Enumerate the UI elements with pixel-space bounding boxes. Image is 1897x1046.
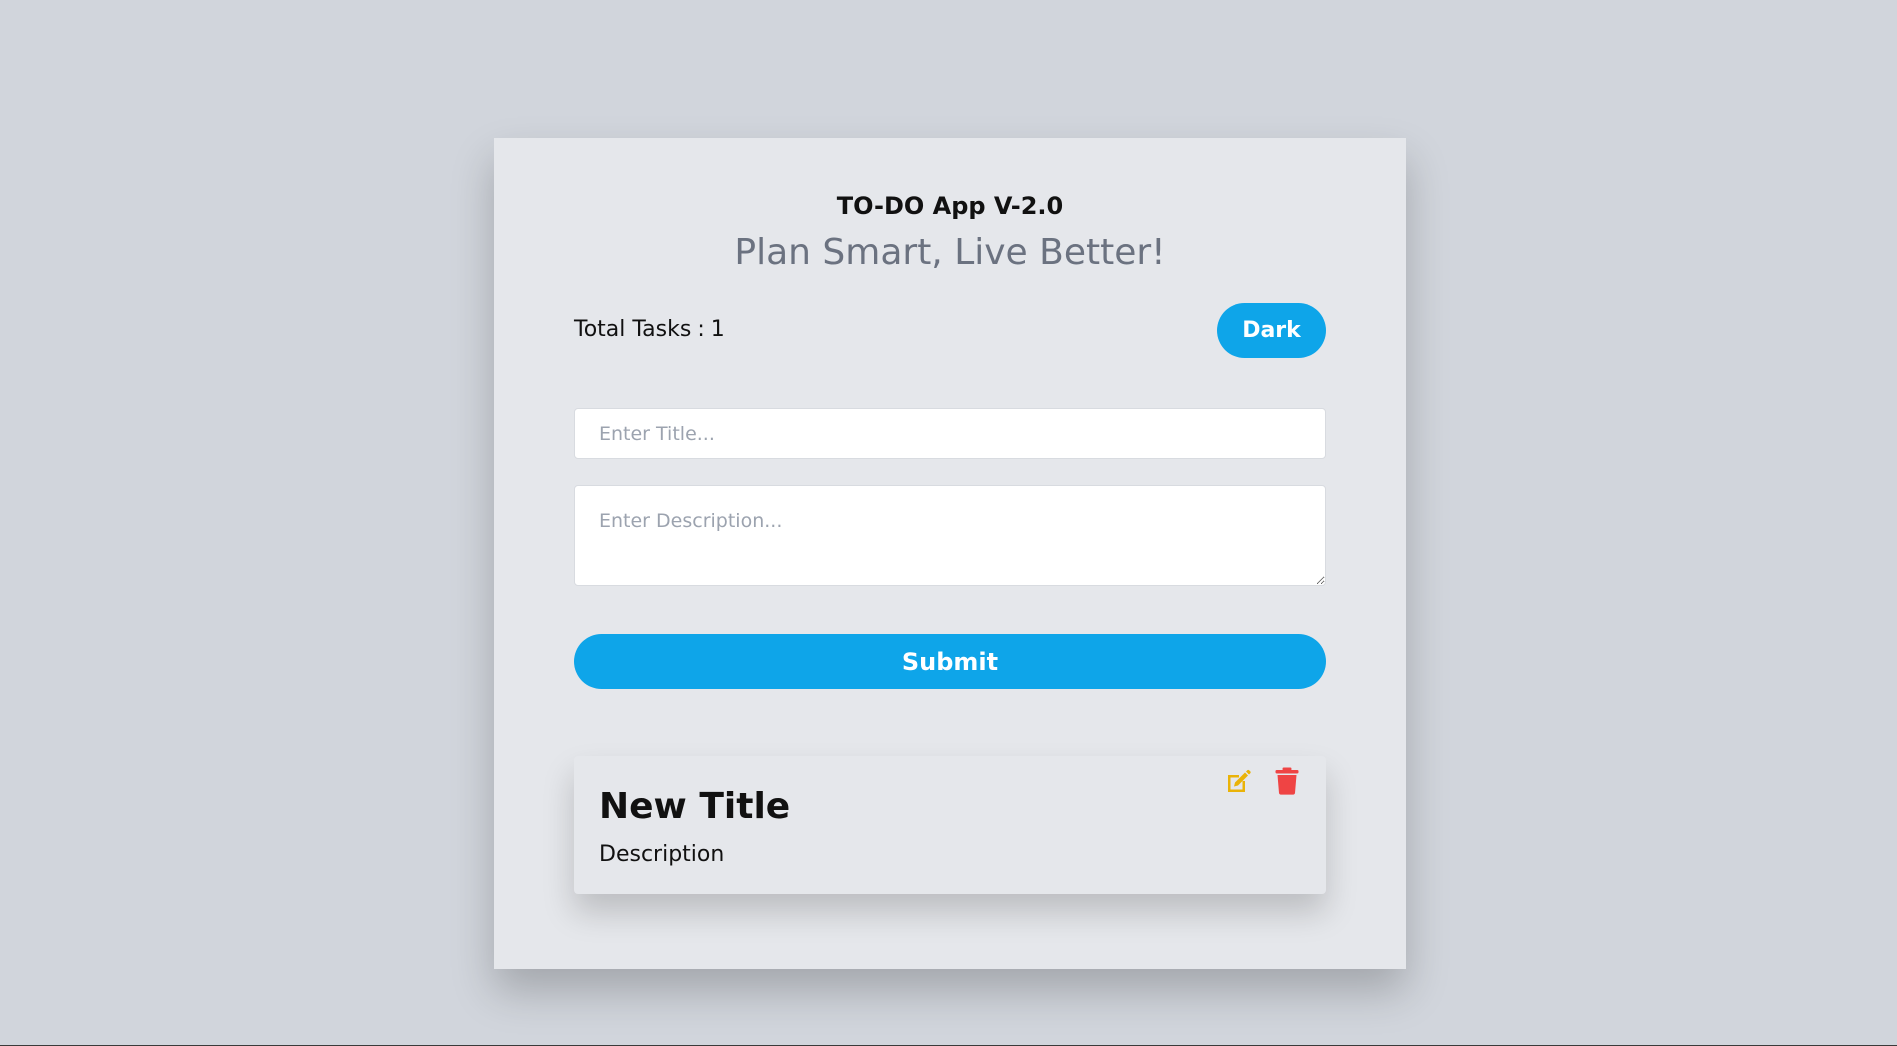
task-description: Description — [599, 842, 725, 867]
total-tasks: Total Tasks:1 — [574, 317, 725, 342]
app-tagline: Plan Smart, Live Better! — [734, 232, 1166, 273]
total-tasks-count: 1 — [710, 317, 725, 342]
task-item: New Title Description — [574, 756, 1326, 894]
total-tasks-separator: : — [697, 317, 705, 342]
dark-mode-button[interactable]: Dark — [1217, 303, 1326, 358]
stats-row: Total Tasks:1 Dark — [574, 303, 1326, 358]
total-tasks-label: Total Tasks — [574, 317, 692, 342]
edit-icon[interactable] — [1224, 768, 1252, 796]
submit-button[interactable]: Submit — [574, 634, 1326, 689]
title-input[interactable] — [574, 408, 1326, 459]
app-title: TO-DO App V-2.0 — [836, 192, 1064, 220]
trash-icon[interactable] — [1275, 767, 1299, 795]
todo-app-card: TO-DO App V-2.0 Plan Smart, Live Better!… — [494, 138, 1406, 969]
description-input[interactable] — [574, 485, 1326, 586]
task-title: New Title — [599, 786, 791, 827]
